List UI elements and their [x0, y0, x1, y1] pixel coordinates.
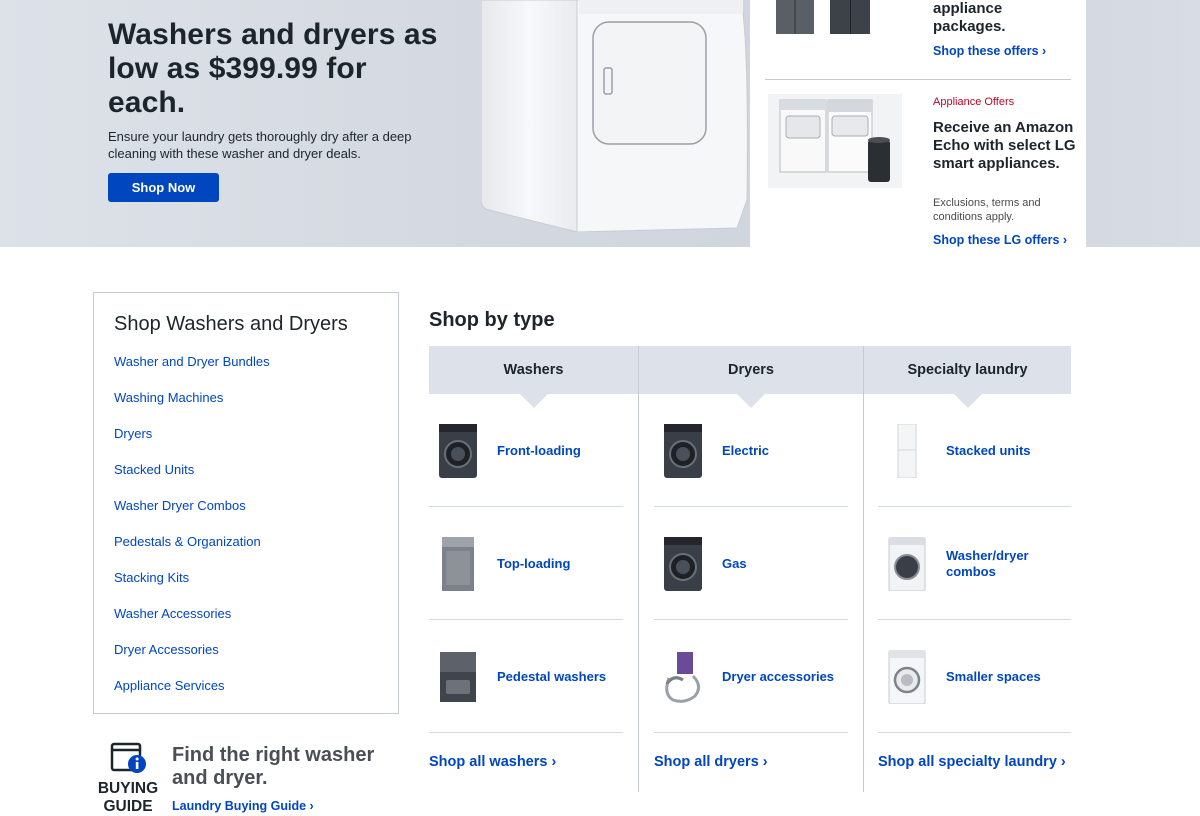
electric-dryer-image: [658, 422, 708, 480]
sidebar-item-washer-dryer-combos[interactable]: Washer Dryer Combos: [114, 498, 270, 534]
dryer-accessories-label: Dryer accessories: [722, 668, 835, 684]
shop-all-dryers-link[interactable]: Shop all dryers ›: [654, 754, 768, 770]
stacked-units-label: Stacked units: [946, 442, 1031, 458]
pedestal-washers-label: Pedestal washers: [497, 668, 607, 684]
sidebar-item-pedestals-organization[interactable]: Pedestals & Organization: [114, 534, 270, 570]
washer-dryer-combos-label: Washer/dryer combos: [946, 547, 1029, 579]
shop-these-offers-link[interactable]: Shop these offers ›: [933, 44, 1046, 58]
sidebar-title: Shop Washers and Dryers: [114, 313, 348, 335]
shop-all-specialty-laundry-link[interactable]: Shop all specialty laundry ›: [878, 754, 1066, 770]
row-divider: [878, 732, 1071, 733]
front-loading-label: Front-loading: [497, 442, 581, 458]
dryer-accessories-link[interactable]: Dryer accessories: [654, 620, 848, 733]
washers-dryers-sidebar: Shop Washers and Dryers Washer and Dryer…: [93, 292, 399, 714]
buying-guide-icon: BUYING GUIDE: [93, 742, 163, 815]
hero-subtitle: Ensure your laundry gets thoroughly dry …: [108, 129, 412, 161]
hero-banner: Washers and dryers as low as $399.99 for…: [0, 0, 1200, 247]
specialty-laundry-heading: Specialty laundry: [864, 346, 1071, 408]
buying-word: BUYING: [97, 780, 159, 797]
stacked-units-link[interactable]: Stacked units: [878, 394, 1071, 507]
pedestal-washers-link[interactable]: Pedestal washers: [429, 620, 623, 733]
top-loading-link[interactable]: Top-loading: [429, 507, 623, 620]
offer-divider: [765, 79, 1071, 80]
offer2-fine-print: Exclusions, terms and conditions apply.: [933, 197, 1041, 223]
sidebar-list: Washer and Dryer Bundles Washing Machine…: [114, 354, 270, 714]
stacked-unit-image: [882, 422, 932, 480]
sidebar-item-stacked-units[interactable]: Stacked Units: [114, 462, 270, 498]
lg-appliances-echo-image: [768, 94, 902, 188]
dryers-column: Dryers Electric Gas Dryer accessories Sh…: [639, 346, 863, 792]
washer-dryer-combo-image: [882, 535, 932, 593]
dryers-heading: Dryers: [639, 346, 863, 408]
gas-dryer-image: [658, 535, 708, 593]
shop-all-washers-link[interactable]: Shop all washers ›: [429, 754, 556, 770]
sidebar-item-dryers[interactable]: Dryers: [114, 426, 270, 462]
washers-heading: Washers: [429, 346, 638, 408]
top-loading-label: Top-loading: [497, 555, 571, 571]
offer1-text: appliance packages.: [933, 0, 1006, 35]
offers-panel: appliance packages. Shop these offers › …: [750, 0, 1086, 247]
shop-now-button[interactable]: Shop Now: [108, 173, 219, 202]
sidebar-item-stacking-kits[interactable]: Stacking Kits: [114, 570, 270, 606]
sidebar-item-washing-machines[interactable]: Washing Machines: [114, 390, 270, 426]
document-info-icon: [110, 742, 146, 773]
sidebar-item-washer-dryer-bundles[interactable]: Washer and Dryer Bundles: [114, 354, 270, 390]
pedestal-washer-image: [433, 648, 483, 706]
top-load-washer-image: [433, 535, 483, 593]
gas-label: Gas: [722, 555, 747, 571]
washer-dryer-image: [481, 0, 748, 232]
hero-title: Washers and dryers as low as $399.99 for…: [108, 18, 438, 119]
appliance-offers-label: Appliance Offers: [933, 96, 1015, 108]
sidebar-item-washer-accessories[interactable]: Washer Accessories: [114, 606, 270, 642]
washer-dryer-combos-link[interactable]: Washer/dryer combos: [878, 507, 1071, 620]
gas-dryers-link[interactable]: Gas: [654, 507, 848, 620]
laundry-buying-guide-link[interactable]: Laundry Buying Guide ›: [172, 799, 314, 813]
offer2-text: Receive an Amazon Echo with select LG sm…: [933, 119, 1076, 172]
buying-guide-title: Find the right washer and dryer.: [172, 744, 375, 789]
shop-lg-offers-link[interactable]: Shop these LG offers ›: [933, 233, 1067, 247]
smaller-spaces-link[interactable]: Smaller spaces: [878, 620, 1071, 733]
sidebar-item-appliance-services[interactable]: Appliance Services: [114, 678, 270, 714]
shop-by-type-grid: Washers Front-loading Top-loading Pedest…: [429, 346, 1071, 792]
front-loading-link[interactable]: Front-loading: [429, 394, 623, 507]
electric-dryers-link[interactable]: Electric: [654, 394, 848, 507]
appliance-package-image: [776, 0, 870, 34]
compact-washer-image: [882, 648, 932, 706]
dryer-accessories-image: [658, 648, 708, 706]
smaller-spaces-label: Smaller spaces: [946, 668, 1041, 684]
row-divider: [429, 732, 623, 733]
guide-word: GUIDE: [103, 798, 153, 815]
specialty-laundry-column: Specialty laundry Stacked units Washer/d…: [864, 346, 1071, 792]
washers-column: Washers Front-loading Top-loading Pedest…: [429, 346, 638, 792]
row-divider: [654, 732, 848, 733]
front-load-washer-image: [433, 422, 483, 480]
shop-by-type-title: Shop by type: [429, 309, 555, 331]
sidebar-item-dryer-accessories[interactable]: Dryer Accessories: [114, 642, 270, 678]
electric-label: Electric: [722, 442, 769, 458]
